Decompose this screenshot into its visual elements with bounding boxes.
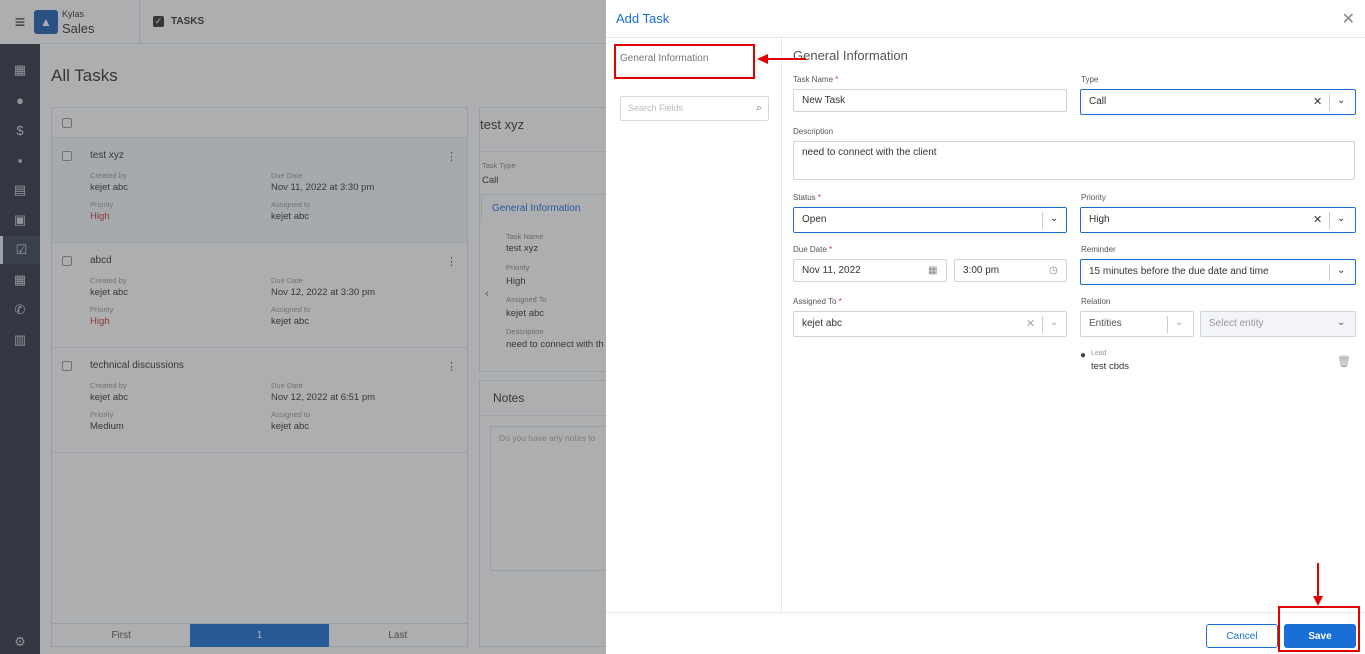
section-title: General Information	[793, 48, 908, 63]
due-date-value: Nov 11, 2022	[802, 265, 861, 276]
relation-label: Relation	[1081, 297, 1111, 306]
chevron-down-icon[interactable]: ⌄	[1337, 213, 1345, 224]
select-divider	[1042, 316, 1043, 333]
due-time-value: 3:00 pm	[963, 265, 1000, 276]
status-label: Status *	[793, 193, 822, 202]
select-entity-select[interactable]: Select entity ⌄	[1200, 311, 1356, 337]
search-placeholder: Search Fields	[628, 103, 684, 113]
due-date-input[interactable]: Nov 11, 2022 ▦	[793, 259, 947, 282]
reminder-value: 15 minutes before the due date and time	[1089, 266, 1269, 277]
reminder-label: Reminder	[1081, 245, 1116, 254]
close-icon[interactable]: ✕	[1342, 9, 1355, 29]
person-icon: ●	[1080, 350, 1087, 361]
modal-title: Add Task	[616, 11, 670, 26]
status-value: Open	[802, 214, 827, 225]
trash-icon[interactable]: 🗑	[1337, 355, 1351, 368]
type-value: Call	[1089, 96, 1107, 107]
clear-icon[interactable]: ✕	[1313, 213, 1322, 226]
select-divider	[1042, 212, 1043, 229]
chevron-down-icon[interactable]: ⌄	[1175, 317, 1183, 328]
clear-icon[interactable]: ✕	[1026, 317, 1035, 330]
task-name-label: Task Name *	[793, 75, 839, 84]
select-divider	[1329, 94, 1330, 111]
select-divider	[1167, 316, 1168, 333]
assigned-to-value: kejet abc	[802, 318, 843, 329]
priority-select[interactable]: High ✕ ⌄	[1080, 207, 1356, 233]
type-select[interactable]: Call ✕ ⌄	[1080, 89, 1356, 115]
select-divider	[1329, 264, 1330, 281]
due-date-label: Due Date *	[793, 245, 833, 254]
relation-entity-type-select[interactable]: Entities ⌄	[1080, 311, 1194, 337]
select-divider	[1329, 212, 1330, 229]
modal-sidebar: General Information Search Fields ⌕	[606, 38, 782, 612]
assigned-to-label: Assigned To *	[793, 297, 842, 306]
app-window: ▦ ● $ ▪ ▤ ▣ ☑ ▦ ✆ ▥ ⚙ ≡ ▲ Kylas Sales ✓ …	[0, 0, 1365, 654]
task-name-input[interactable]: New Task	[793, 89, 1067, 112]
relation-item-name: test cbds	[1091, 361, 1130, 372]
add-task-modal: Add Task ✕ General Information Search Fi…	[606, 0, 1365, 654]
assigned-to-select[interactable]: kejet abc ✕ ⌄	[793, 311, 1067, 337]
annotation-box-save	[1278, 606, 1360, 652]
clock-icon[interactable]: ◷	[1049, 265, 1058, 276]
cancel-button[interactable]: Cancel	[1206, 624, 1278, 648]
calendar-icon[interactable]: ▦	[928, 265, 937, 276]
chevron-down-icon[interactable]: ⌄	[1337, 95, 1345, 106]
description-label: Description	[793, 127, 834, 136]
due-time-input[interactable]: 3:00 pm ◷	[954, 259, 1067, 282]
type-label: Type	[1081, 75, 1099, 84]
search-icon: ⌕	[755, 102, 762, 114]
relation-item-type: Lead	[1091, 350, 1107, 357]
chevron-down-icon[interactable]: ⌄	[1337, 317, 1345, 328]
chevron-down-icon[interactable]: ⌄	[1050, 213, 1058, 224]
chevron-down-icon[interactable]: ⌄	[1337, 265, 1345, 276]
description-textarea[interactable]: need to connect with the client	[793, 141, 1355, 180]
chevron-down-icon[interactable]: ⌄	[1050, 317, 1058, 328]
priority-label: Priority	[1081, 193, 1106, 202]
search-fields-input[interactable]: Search Fields ⌕	[620, 96, 769, 121]
reminder-select[interactable]: 15 minutes before the due date and time …	[1080, 259, 1356, 285]
status-select[interactable]: Open ⌄	[793, 207, 1067, 233]
priority-value: High	[1089, 214, 1110, 225]
select-entity-placeholder: Select entity	[1209, 318, 1264, 329]
modal-footer: Cancel Save	[606, 612, 1365, 654]
entity-type-value: Entities	[1089, 318, 1122, 329]
annotation-box-general-information	[614, 44, 755, 79]
modal-header: Add Task ✕	[606, 0, 1365, 38]
clear-icon[interactable]: ✕	[1313, 95, 1322, 108]
